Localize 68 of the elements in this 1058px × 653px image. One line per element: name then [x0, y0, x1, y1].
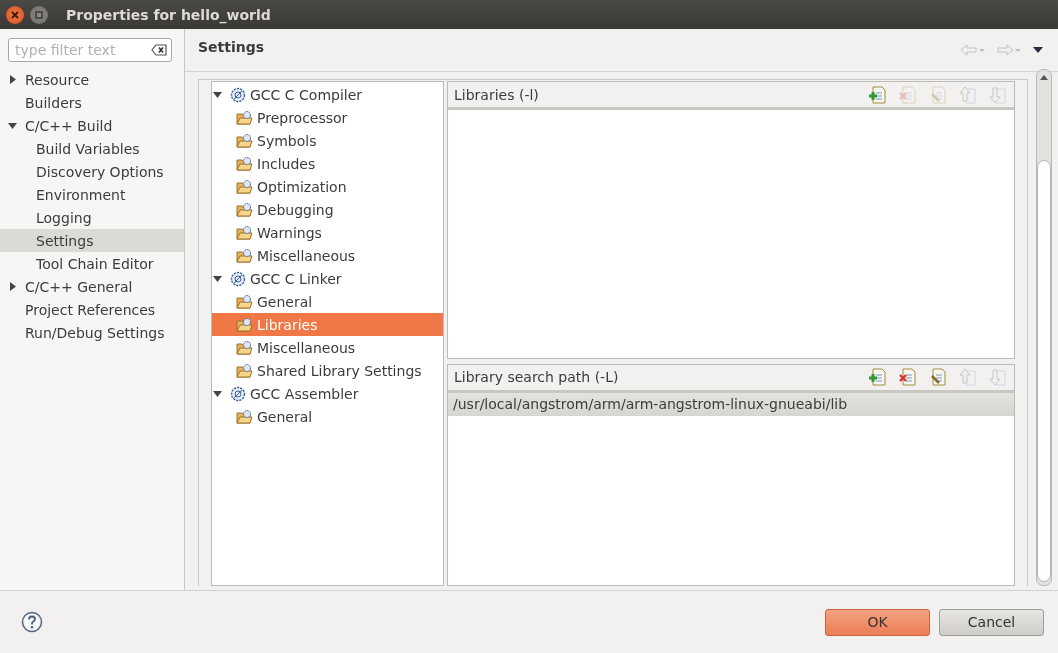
page-title: Settings: [198, 39, 266, 55]
gear-icon: [230, 270, 246, 287]
tree-item[interactable]: Warnings: [212, 221, 443, 244]
tree-item[interactable]: GCC C Compiler: [212, 83, 443, 106]
scrollbar[interactable]: [1036, 69, 1052, 586]
panel-title: Libraries (-l): [454, 86, 540, 103]
gear-icon: [230, 385, 246, 402]
window-title: Properties for hello_world: [66, 6, 271, 23]
collapsed-arrow-icon[interactable]: [8, 75, 17, 84]
tree-item[interactable]: Miscellaneous: [212, 336, 443, 359]
folder-icon: [236, 202, 253, 217]
nav-item[interactable]: Project References: [0, 298, 184, 321]
tree-item[interactable]: Shared Library Settings: [212, 359, 443, 382]
add-document-button[interactable]: [866, 84, 888, 105]
folder-icon: [236, 110, 253, 125]
expanded-arrow-icon[interactable]: [213, 90, 222, 99]
tree-item[interactable]: Miscellaneous: [212, 244, 443, 267]
nav-item[interactable]: Environment: [0, 183, 184, 206]
scroll-thumb[interactable]: [1037, 160, 1051, 582]
folder-icon: [236, 156, 253, 171]
tree-item[interactable]: GCC Assembler: [212, 382, 443, 405]
close-icon: [11, 10, 19, 19]
folder-icon: [236, 409, 253, 424]
filter-field[interactable]: type filter text: [8, 38, 172, 62]
tree-item[interactable]: Optimization: [212, 175, 443, 198]
minimize-button[interactable]: [30, 5, 48, 24]
nav-item[interactable]: Discovery Options: [0, 160, 184, 183]
nav-item[interactable]: Builders: [0, 91, 184, 114]
nav-item[interactable]: Resource: [0, 68, 184, 91]
folder-icon: [236, 340, 253, 355]
folder-icon: [236, 248, 253, 263]
tree-item[interactable]: Preprocessor: [212, 106, 443, 129]
delete-document-button[interactable]: [896, 367, 918, 388]
close-button[interactable]: [6, 5, 24, 24]
folder-icon: [236, 317, 253, 332]
menu-icon[interactable]: [1032, 46, 1044, 54]
expanded-arrow-icon[interactable]: [213, 389, 222, 398]
nav-item[interactable]: Build Variables: [0, 137, 184, 160]
help-icon[interactable]: [21, 611, 43, 633]
cancel-button[interactable]: Cancel: [939, 608, 1044, 636]
nav-item[interactable]: Logging: [0, 206, 184, 229]
scroll-up-icon[interactable]: [1040, 74, 1048, 80]
nav-item[interactable]: C/C++ General: [0, 275, 184, 298]
nav-item[interactable]: C/C++ Build: [0, 114, 184, 137]
folder-icon: [236, 133, 253, 148]
tree-item[interactable]: General: [212, 405, 443, 428]
tree-item[interactable]: Includes: [212, 152, 443, 175]
nav-item[interactable]: Tool Chain Editor: [0, 252, 184, 275]
expanded-arrow-icon[interactable]: [8, 121, 17, 130]
panel-title: Library search path (-L): [454, 369, 620, 386]
ok-button[interactable]: OK: [825, 608, 930, 636]
nav-item[interactable]: Run/Debug Settings: [0, 321, 184, 344]
tree-item[interactable]: General: [212, 290, 443, 313]
nav-item[interactable]: Settings: [0, 229, 184, 252]
expanded-arrow-icon[interactable]: [213, 274, 222, 283]
clear-icon[interactable]: [151, 44, 167, 56]
folder-icon: [236, 363, 253, 378]
collapsed-arrow-icon[interactable]: [8, 282, 17, 291]
folder-icon: [236, 179, 253, 194]
gear-icon: [230, 86, 246, 103]
folder-icon: [236, 294, 253, 309]
tree-item[interactable]: Symbols: [212, 129, 443, 152]
add-document-button[interactable]: [866, 367, 888, 388]
tree-item[interactable]: Debugging: [212, 198, 443, 221]
tree-item[interactable]: GCC C Linker: [212, 267, 443, 290]
folder-icon: [236, 225, 253, 240]
list-item[interactable]: /usr/local/angstrom/arm/arm-angstrom-linux-gnueabi/lib: [448, 392, 1014, 416]
square-icon: [35, 10, 43, 19]
